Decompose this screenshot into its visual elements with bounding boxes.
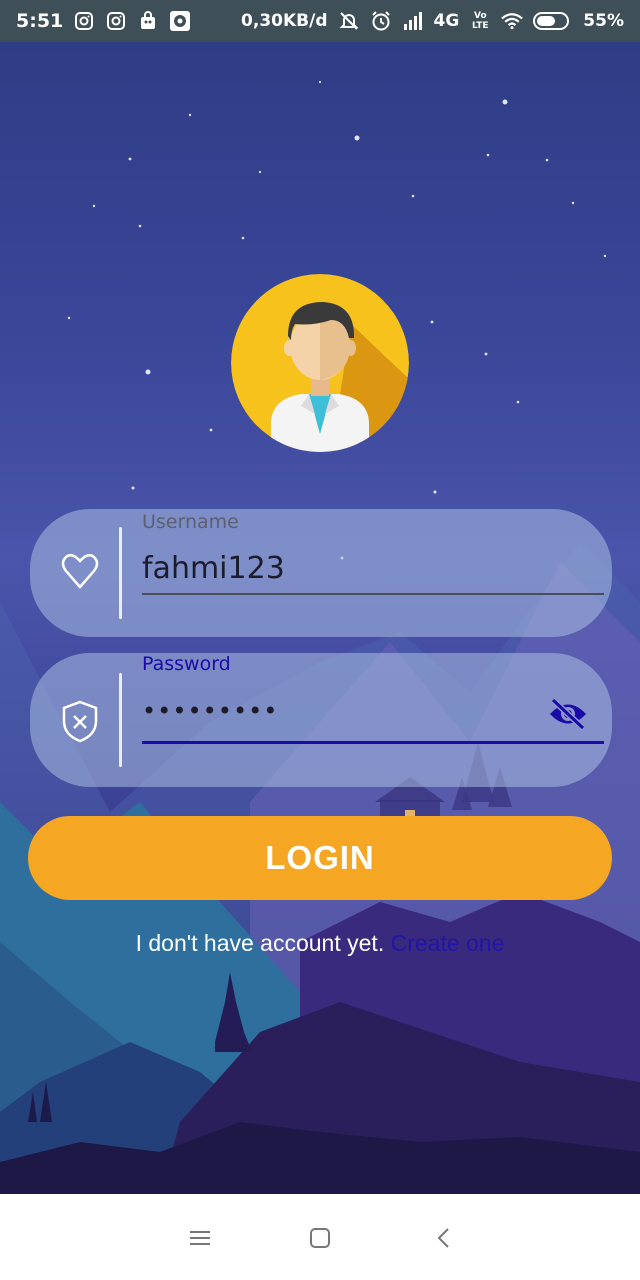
shield-icon <box>62 700 98 743</box>
field-divider <box>119 527 122 619</box>
status-bar: 5:51 0,30KB/d 4G Vo LTE 55% <box>0 0 640 42</box>
username-input[interactable]: fahmi123 <box>142 551 285 586</box>
eye-off-icon[interactable] <box>548 697 588 731</box>
instagram-icon <box>105 10 127 32</box>
battery-icon <box>533 10 573 32</box>
signup-prompt-text: I don't have account yet. <box>135 930 385 956</box>
mute-icon <box>338 10 360 32</box>
signal-icon <box>402 10 424 32</box>
password-field[interactable]: Password ••••••••• <box>30 653 612 787</box>
create-account-link[interactable]: Create one <box>391 930 505 956</box>
music-icon <box>169 10 191 32</box>
navigation-bar <box>0 1194 640 1280</box>
instagram-icon <box>73 10 95 32</box>
status-time: 5:51 <box>16 10 64 32</box>
user-avatar <box>231 274 409 452</box>
password-input[interactable]: ••••••••• <box>142 697 278 725</box>
battery-level: 55% <box>583 11 624 31</box>
username-field[interactable]: Username fahmi123 <box>30 509 612 637</box>
menu-icon[interactable] <box>180 1218 220 1258</box>
home-icon[interactable] <box>300 1218 340 1258</box>
back-icon[interactable] <box>424 1218 464 1258</box>
wifi-icon <box>501 10 524 32</box>
username-underline <box>142 593 604 595</box>
heart-icon <box>61 553 99 589</box>
login-button[interactable]: LOGIN <box>28 816 612 900</box>
password-label: Password <box>142 653 231 675</box>
signup-prompt: I don't have account yet. Create one <box>0 930 640 957</box>
alarm-icon <box>370 10 392 32</box>
network-type: 4G <box>433 11 460 31</box>
username-label: Username <box>142 511 239 533</box>
volte-indicator: Vo LTE <box>472 11 489 31</box>
shopping-bag-icon <box>137 10 159 32</box>
field-divider <box>119 673 122 767</box>
data-speed: 0,30KB/d <box>241 11 328 31</box>
login-screen: 5:51 0,30KB/d 4G Vo LTE 55% Username fah… <box>0 0 640 1280</box>
password-underline <box>142 741 604 744</box>
